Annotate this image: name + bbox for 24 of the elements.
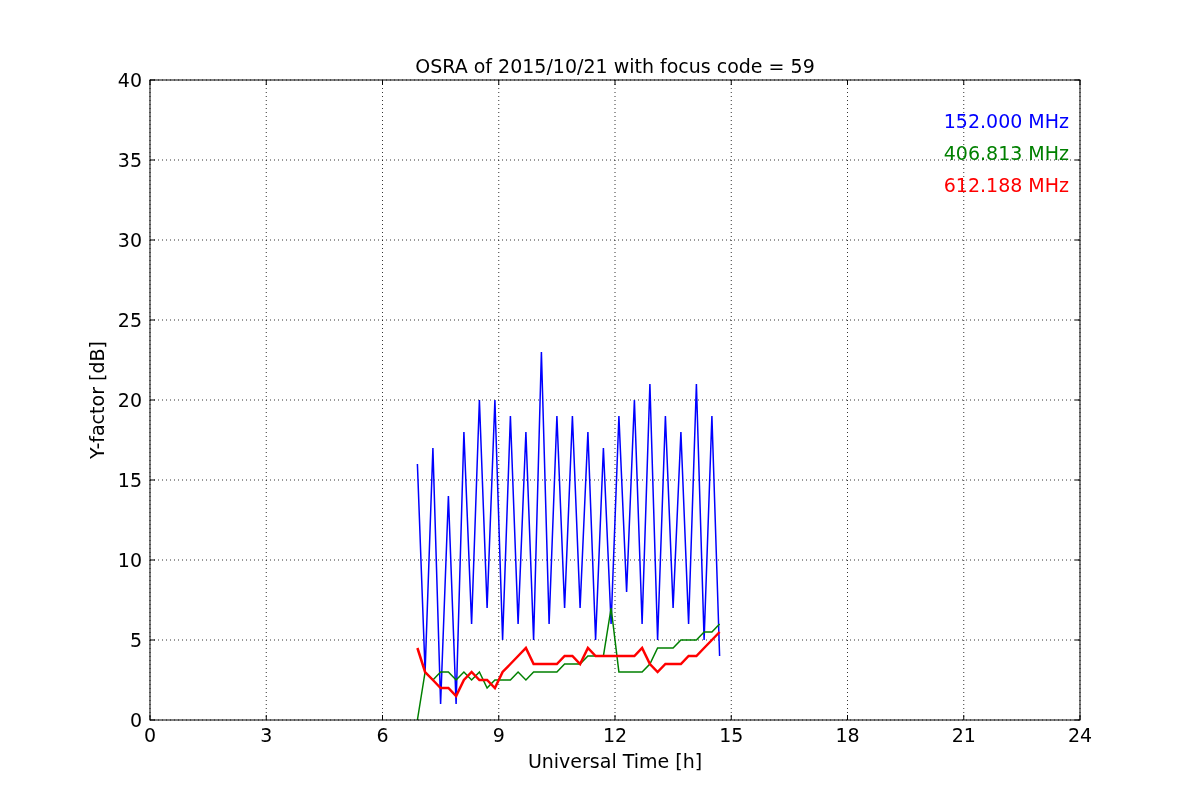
tick-label: 40 [117,69,142,91]
tick-label: 12 [602,724,628,746]
legend-label: 406.813 MHz [943,142,1069,164]
tick-label: 6 [376,724,389,746]
legend-label: 152.000 MHz [943,110,1069,132]
tick-label: 9 [492,724,505,746]
tick-label: 10 [117,549,142,571]
tick-label: 15 [719,724,744,746]
tick-label: 21 [951,724,976,746]
tick-label: 15 [117,469,142,491]
tick-label: 0 [143,724,157,746]
legend-label: 612.188 MHz [943,174,1069,196]
tick-label: 30 [117,229,142,251]
tick-label: 5 [129,629,142,651]
chart-title: OSRA of 2015/10/21 with focus code = 59 [415,55,815,77]
axis-label: Universal Time [h] [527,750,703,772]
axis-label: Y-factor [dB] [86,341,108,459]
tick-label: 20 [117,389,142,411]
tick-label: 35 [117,149,142,171]
tick-label: 3 [260,724,273,746]
tick-label: 0 [129,709,142,731]
tick-label: 24 [1067,724,1093,746]
tick-label: 25 [117,309,142,331]
tick-label: 18 [835,724,860,746]
